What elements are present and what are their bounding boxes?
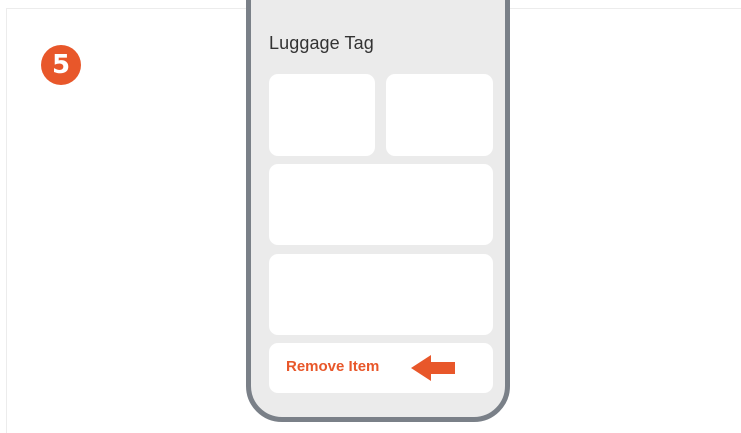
remove-item-label: Remove Item — [286, 358, 380, 375]
tag-card-top-right — [386, 74, 493, 156]
remove-item-button[interactable]: Remove Item — [269, 343, 493, 393]
tag-card-middle — [269, 164, 493, 245]
phone-mockup: Luggage Tag Remove Item — [246, 0, 510, 422]
left-arrow-icon — [411, 355, 455, 381]
page-title: Luggage Tag — [269, 33, 374, 53]
tag-card-top-left — [269, 74, 375, 156]
step-number-badge: 5 — [41, 45, 81, 85]
tag-card-bottom — [269, 254, 493, 335]
